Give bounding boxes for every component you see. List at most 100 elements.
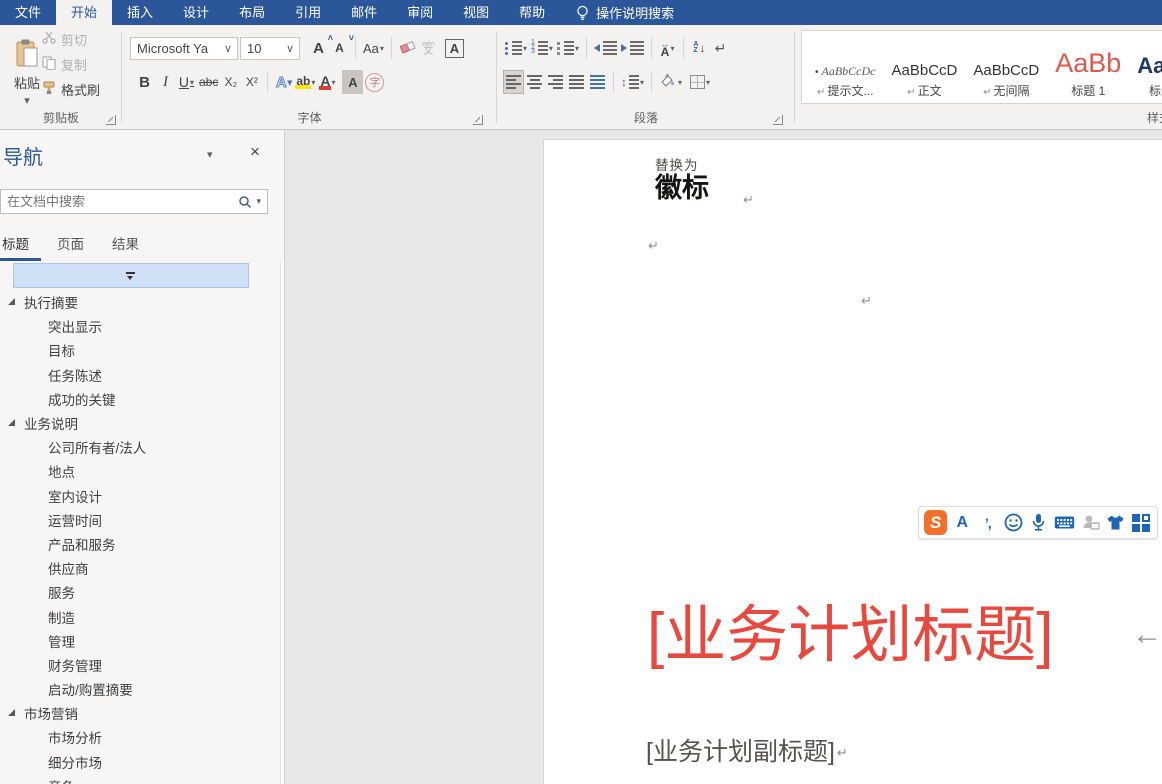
numbered-list-button[interactable]: 1 2 3	[529, 36, 555, 60]
nav-tree-item[interactable]: 竞争	[0, 774, 279, 784]
nav-tab[interactable]: 页面	[57, 233, 84, 261]
ribbon-tab[interactable]: 插入	[112, 0, 168, 25]
sort-button[interactable]: AZ ↓	[689, 36, 710, 60]
borders-button[interactable]	[688, 70, 712, 94]
nav-tab[interactable]: 结果	[112, 233, 139, 261]
asian-layout-button[interactable]: ↔ A	[657, 36, 678, 60]
ime-emoji-icon[interactable]	[1003, 511, 1025, 535]
nav-tree-item[interactable]: 成功的关键	[0, 387, 279, 411]
phonetic-guide-button[interactable]: wén 文	[418, 36, 439, 60]
nav-tree-item[interactable]: 目标	[0, 338, 279, 362]
search-options-chevron-icon[interactable]: ▾	[254, 196, 267, 207]
bullet-list-button[interactable]	[503, 36, 529, 60]
strikethrough-button[interactable]: abc	[197, 70, 220, 94]
pane-options-chevron-icon[interactable]: ▾	[207, 148, 213, 161]
character-shading-button[interactable]: A	[342, 70, 364, 94]
ime-keyboard-icon[interactable]	[1054, 511, 1076, 535]
cut-button[interactable]: 剪切	[42, 31, 100, 48]
ime-language-mode-icon[interactable]: A	[951, 511, 973, 535]
align-left-button[interactable]	[503, 70, 524, 94]
style-hint[interactable]: • AaBbCcDc ↵ 提示文...	[807, 35, 884, 99]
line-spacing-button[interactable]: ↕	[619, 70, 646, 94]
show-marks-button[interactable]: ↵	[710, 36, 731, 60]
font-color-button[interactable]: A	[317, 70, 338, 94]
sogou-logo-icon[interactable]: S	[924, 510, 948, 535]
shrink-font-button[interactable]: A ˅	[329, 33, 354, 60]
shading-button[interactable]	[657, 70, 684, 94]
business-plan-subtitle[interactable]: [业务计划副标题] ↵	[646, 732, 848, 768]
search-input[interactable]	[1, 194, 237, 209]
subscript-button[interactable]: X₂	[220, 70, 241, 94]
ime-punctuation-icon[interactable]: ’,	[977, 511, 999, 535]
ribbon-tab[interactable]: 设计	[168, 0, 224, 25]
ribbon-tab[interactable]: 布局	[224, 0, 280, 25]
change-case-button[interactable]: Aa	[361, 36, 386, 60]
text-highlight-button[interactable]: ab	[294, 70, 317, 94]
tell-me-search[interactable]: 操作说明搜索	[566, 0, 684, 25]
font-size-combo[interactable]: 10 ∨	[240, 36, 300, 60]
ime-contact-icon[interactable]	[1079, 511, 1101, 535]
expand-triangle-icon[interactable]	[8, 297, 15, 305]
nav-tree-item[interactable]: 执行摘要	[0, 290, 279, 314]
document-page[interactable]: 替换为 徽标 ↵ ↵ ↵ [业务计划标题] ← [业务计划副标题] ↵	[543, 139, 1162, 784]
bold-button[interactable]: B	[134, 70, 155, 94]
nav-tree-item[interactable]: 供应商	[0, 556, 279, 580]
nav-tree-item[interactable]: 市场分析	[0, 725, 279, 749]
style-nospace[interactable]: AaBbCcD ↵ 无间隔	[965, 35, 1047, 99]
ribbon-tab[interactable]: 审阅	[392, 0, 448, 25]
style-h2[interactable]: AaBb 标题 2	[1129, 35, 1162, 99]
nav-tree-item[interactable]: 突出显示	[0, 314, 279, 338]
nav-tree-item[interactable]: 产品和服务	[0, 532, 279, 556]
enclose-characters-button[interactable]: 字	[363, 70, 386, 94]
ribbon-tab[interactable]: 帮助	[504, 0, 560, 25]
ime-toolbox-icon[interactable]	[1130, 511, 1152, 535]
multilevel-list-button[interactable]	[555, 36, 581, 60]
nav-tree-item[interactable]: 细分市场	[0, 750, 279, 774]
nav-tree-item[interactable]: 启动/购置摘要	[0, 677, 279, 701]
font-family-combo[interactable]: Microsoft Ya ∨	[130, 36, 238, 60]
expand-triangle-icon[interactable]	[8, 708, 15, 716]
underline-button[interactable]: U	[176, 70, 197, 94]
nav-tree-item[interactable]: 管理	[0, 629, 279, 653]
nav-scrollbar[interactable]	[280, 262, 284, 784]
logo-placeholder[interactable]: 替换为 徽标	[655, 154, 709, 202]
distribute-button[interactable]	[587, 70, 608, 94]
style-h1[interactable]: AaBb 标题 1	[1047, 35, 1129, 99]
clear-formatting-button[interactable]	[397, 36, 418, 60]
document-search-box[interactable]: ▾	[0, 189, 268, 214]
ribbon-tab[interactable]: 引用	[280, 0, 336, 25]
nav-tree-item[interactable]: 制造	[0, 604, 279, 628]
grow-font-button[interactable]: A ˄	[308, 33, 333, 60]
nav-tree-item[interactable]: 服务	[0, 580, 279, 604]
decrease-indent-button[interactable]	[592, 36, 619, 60]
superscript-button[interactable]: X²	[241, 70, 262, 94]
nav-tab[interactable]: 标题	[0, 233, 41, 261]
increase-indent-button[interactable]	[619, 36, 646, 60]
format-painter-button[interactable]: 格式刷	[42, 81, 100, 98]
ime-microphone-icon[interactable]	[1028, 511, 1050, 535]
ribbon-tab[interactable]: 文件	[0, 0, 56, 25]
nav-tree-item[interactable]: 财务管理	[0, 653, 279, 677]
business-plan-title[interactable]: [业务计划标题]	[647, 584, 1053, 674]
nav-tree-item[interactable]: 任务陈述	[0, 363, 279, 387]
nav-tree-item[interactable]: 业务说明	[0, 411, 279, 435]
close-pane-icon[interactable]: ×	[250, 142, 260, 162]
style-normal[interactable]: AaBbCcD ↵ 正文	[884, 35, 966, 99]
justify-button[interactable]	[566, 70, 587, 94]
nav-tree-item-selected[interactable]	[13, 263, 249, 288]
italic-button[interactable]: I	[155, 70, 176, 94]
align-center-button[interactable]	[524, 70, 545, 94]
expand-triangle-icon[interactable]	[8, 418, 15, 426]
nav-tree-item[interactable]: 市场营销	[0, 701, 279, 725]
nav-tree-item[interactable]: 运营时间	[0, 508, 279, 532]
copy-button[interactable]: 复制	[42, 55, 100, 73]
character-border-button[interactable]: A	[443, 36, 466, 60]
text-effects-button[interactable]: A	[273, 70, 294, 94]
ribbon-tab[interactable]: 视图	[448, 0, 504, 25]
align-right-button[interactable]	[545, 70, 566, 94]
nav-tree-item[interactable]: 地点	[0, 459, 279, 483]
ime-skin-icon[interactable]	[1105, 511, 1127, 535]
ribbon-tab[interactable]: 邮件	[336, 0, 392, 25]
ribbon-tab[interactable]: 开始	[56, 0, 113, 25]
nav-tree-item[interactable]: 室内设计	[0, 484, 279, 508]
